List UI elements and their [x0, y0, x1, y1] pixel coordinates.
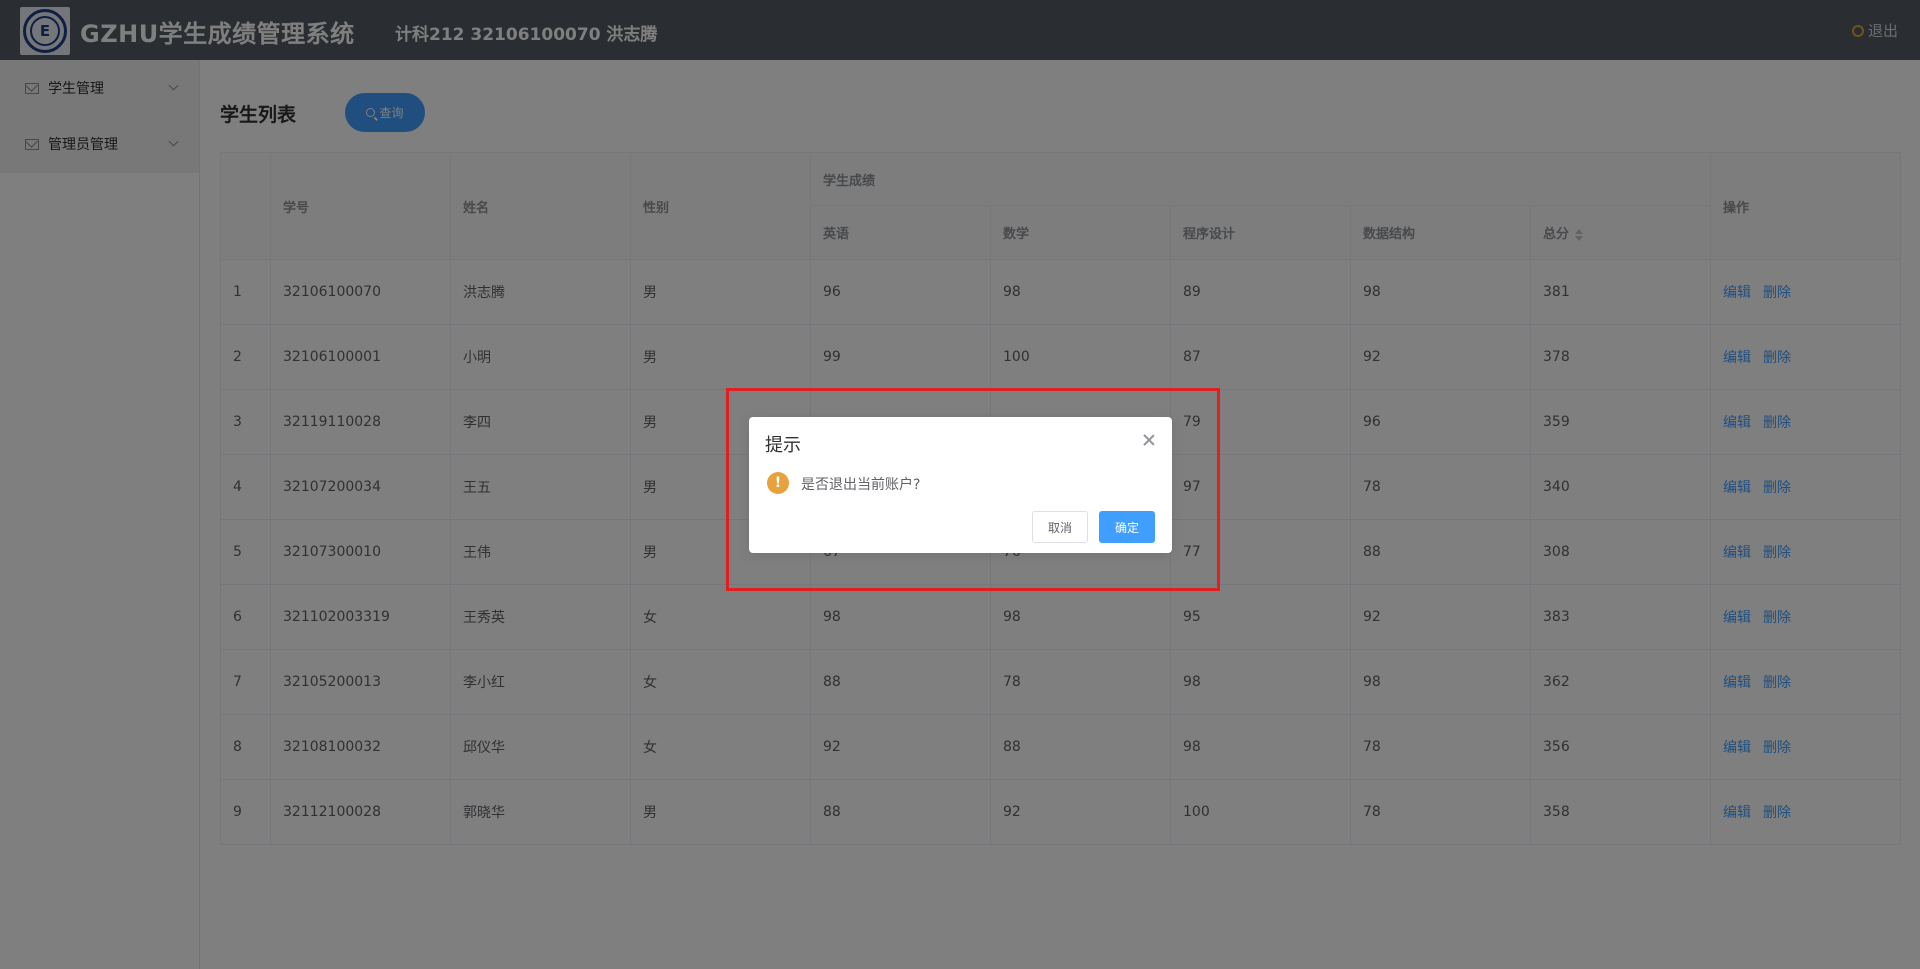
dialog-title: 提示 [765, 435, 801, 456]
confirm-button[interactable]: 确定 [1099, 511, 1155, 543]
cancel-button[interactable]: 取消 [1032, 511, 1088, 543]
warning-icon: ! [767, 472, 789, 494]
logout-confirm-dialog: 提示 ! 是否退出当前账户? 取消 确定 [749, 417, 1172, 553]
dialog-message: 是否退出当前账户? [801, 477, 921, 493]
close-icon[interactable] [1142, 433, 1156, 447]
